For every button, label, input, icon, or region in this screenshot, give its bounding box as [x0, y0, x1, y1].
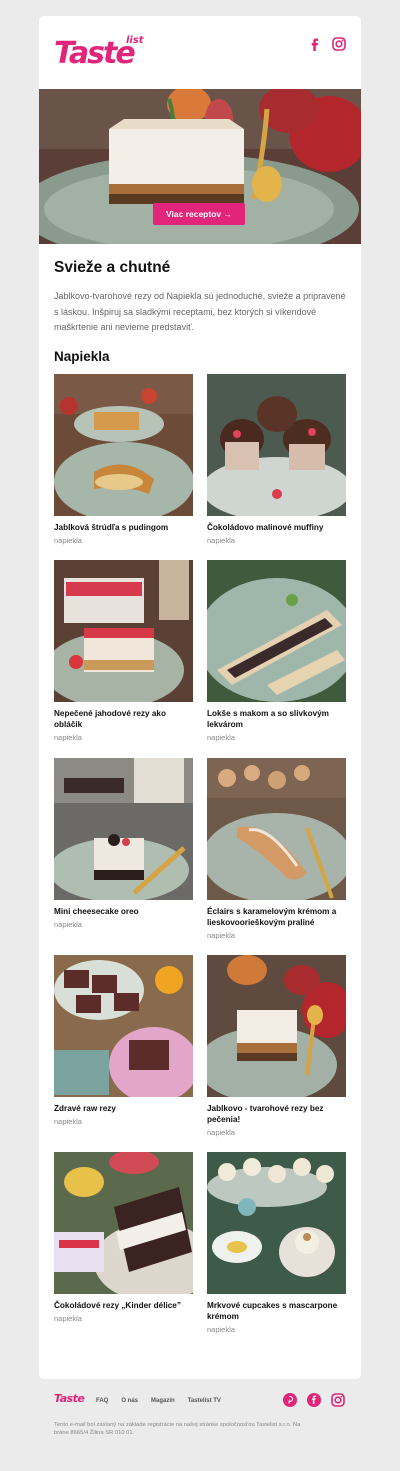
- recipe-image[interactable]: [54, 1152, 193, 1294]
- recipe-author: napiekla: [207, 931, 235, 940]
- footer-link-magazine[interactable]: Magazín: [151, 1398, 175, 1404]
- logo-text: Taste: [54, 36, 136, 71]
- section-title: Napiekla: [54, 349, 110, 364]
- footer-social: [282, 1392, 346, 1408]
- recipe-card[interactable]: Čokoládové rezy „Kinder délice” napiekla: [54, 1152, 193, 1323]
- facebook-icon[interactable]: [307, 36, 323, 52]
- recipe-title[interactable]: Mini cheesecake oreo: [54, 906, 193, 917]
- recipe-card[interactable]: Čokoládovo malinové muffiny napiekla: [207, 374, 346, 545]
- recipe-author: napiekla: [54, 1314, 82, 1323]
- recipe-image[interactable]: [207, 1152, 346, 1294]
- recipe-author: napiekla: [207, 1128, 235, 1137]
- recipe-author: napiekla: [54, 1117, 82, 1126]
- recipe-title[interactable]: Čokoládové rezy „Kinder délice”: [54, 1300, 193, 1311]
- recipe-card[interactable]: Éclairs s karamelovým krémom a lieskovoo…: [207, 758, 346, 940]
- recipe-author: napiekla: [207, 1325, 235, 1334]
- footer-link-about[interactable]: O nás: [121, 1398, 138, 1404]
- header-social: [307, 36, 347, 52]
- recipe-title[interactable]: Nepečené jahodové rezy ako obláčik: [54, 708, 193, 730]
- recipe-title[interactable]: Jablková štrúdľa s pudingom: [54, 522, 193, 533]
- recipe-image[interactable]: [54, 955, 193, 1097]
- footer-logo[interactable]: Taste: [54, 1392, 85, 1405]
- recipe-author: napiekla: [54, 920, 82, 929]
- hero-image[interactable]: Viac receptov →: [39, 89, 361, 244]
- instagram-icon[interactable]: [330, 1392, 346, 1408]
- footer-links: FAQ O nás Magazín Tastelist TV: [96, 1398, 221, 1404]
- facebook-icon[interactable]: [306, 1392, 322, 1408]
- footer-link-faq[interactable]: FAQ: [96, 1398, 108, 1404]
- footer-note: Tento e-mail bol zaslaný na základe regi…: [54, 1422, 301, 1436]
- intro-text: Jablkovo-tvarohové rezy od Napiekla sú j…: [54, 291, 346, 332]
- tastelist-logo[interactable]: Taste list: [54, 35, 149, 71]
- recipe-card[interactable]: Jablková štrúdľa s pudingom napiekla: [54, 374, 193, 545]
- main-title: Svieže a chutné: [54, 259, 171, 276]
- recipe-image[interactable]: [207, 758, 346, 900]
- footer-link-tv[interactable]: Tastelist TV: [188, 1398, 221, 1404]
- recipe-title[interactable]: Mrkvové cupcakes s mascarpone krémom: [207, 1300, 346, 1322]
- newsletter-card: Taste list Viac receptov → Svieže a chut…: [39, 16, 361, 1379]
- recipe-title[interactable]: Jablkovo - tvarohové rezy bez pečenia!: [207, 1103, 346, 1125]
- recipe-image[interactable]: [207, 955, 346, 1097]
- logo-subtext: list: [126, 35, 144, 46]
- recipe-card[interactable]: Mini cheesecake oreo napiekla: [54, 758, 193, 929]
- pinterest-icon[interactable]: [282, 1392, 298, 1408]
- recipe-author: napiekla: [54, 733, 82, 742]
- recipe-card[interactable]: Zdravé raw rezy napiekla: [54, 955, 193, 1126]
- recipe-title[interactable]: Čokoládovo malinové muffiny: [207, 522, 346, 533]
- more-recipes-button[interactable]: Viac receptov →: [153, 203, 245, 225]
- recipe-title[interactable]: Éclairs s karamelovým krémom a lieskovoo…: [207, 906, 346, 928]
- recipe-card[interactable]: Mrkvové cupcakes s mascarpone krémom nap…: [207, 1152, 346, 1334]
- recipe-image[interactable]: [54, 758, 193, 900]
- recipe-image[interactable]: [54, 374, 193, 516]
- recipe-image[interactable]: [207, 560, 346, 702]
- recipe-card[interactable]: Lokše s makom a so slivkovým lekvárom na…: [207, 560, 346, 742]
- recipe-image[interactable]: [54, 560, 193, 702]
- recipe-title[interactable]: Zdravé raw rezy: [54, 1103, 193, 1114]
- recipe-card[interactable]: Nepečené jahodové rezy ako obláčik napie…: [54, 560, 193, 742]
- recipe-image[interactable]: [207, 374, 346, 516]
- recipe-title[interactable]: Lokše s makom a so slivkovým lekvárom: [207, 708, 346, 730]
- recipe-author: napiekla: [207, 733, 235, 742]
- recipe-author: napiekla: [54, 536, 82, 545]
- recipe-author: napiekla: [207, 536, 235, 545]
- recipe-card[interactable]: Jablkovo - tvarohové rezy bez pečenia! n…: [207, 955, 346, 1137]
- instagram-icon[interactable]: [331, 36, 347, 52]
